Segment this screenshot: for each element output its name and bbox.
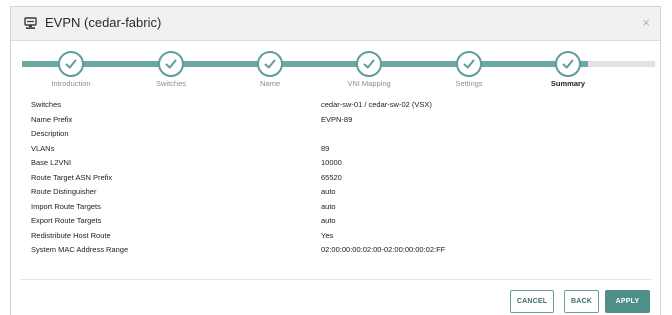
summary-label: Name Prefix bbox=[31, 114, 73, 124]
step-label-switches: Switches bbox=[155, 79, 186, 88]
footer-divider bbox=[20, 279, 651, 280]
summary-list: Switches cedar-sw-01 / cedar-sw-02 (VSX)… bbox=[31, 98, 641, 258]
summary-value: Yes bbox=[321, 230, 334, 240]
summary-row-base-l2vni: Base L2VNI 10000 bbox=[31, 156, 641, 171]
step-name-check-icon[interactable] bbox=[257, 51, 283, 77]
summary-value: EVPN-89 bbox=[321, 114, 353, 124]
step-switches-check-icon[interactable] bbox=[158, 51, 184, 77]
summary-row-import-route-targets: Import Route Targets auto bbox=[31, 200, 641, 215]
summary-row-vlans: VLANs 89 bbox=[31, 142, 641, 157]
summary-label: Export Route Targets bbox=[31, 216, 102, 225]
summary-value: auto bbox=[321, 201, 336, 211]
dialog-title: EVPN (cedar-fabric) bbox=[45, 15, 162, 30]
step-label-settings: Settings bbox=[455, 79, 483, 88]
summary-label: Import Route Targets bbox=[31, 201, 101, 211]
summary-row-redistribute-host-route: Redistribute Host Route Yes bbox=[31, 229, 641, 244]
summary-row-export-route-targets: Export Route Targets auto bbox=[31, 214, 641, 229]
summary-value: auto bbox=[321, 216, 336, 225]
summary-value: cedar-sw-01 / cedar-sw-02 (VSX) bbox=[321, 100, 432, 109]
progress-track-complete bbox=[22, 61, 588, 67]
cancel-button[interactable]: CANCEL bbox=[510, 290, 554, 313]
summary-label: Redistribute Host Route bbox=[31, 230, 111, 240]
summary-row-route-target-asn: Route Target ASN Prefix 65520 bbox=[31, 171, 641, 186]
summary-row-name-prefix: Name Prefix EVPN-89 bbox=[31, 113, 641, 128]
summary-label: Switches bbox=[31, 100, 62, 109]
step-summary-check-icon[interactable] bbox=[555, 51, 581, 77]
summary-value: auto bbox=[321, 187, 336, 196]
summary-value: 65520 bbox=[321, 172, 342, 182]
step-label-vni-mapping: VNI Mapping bbox=[347, 79, 391, 88]
summary-value: 10000 bbox=[321, 158, 342, 167]
summary-label: Description bbox=[31, 129, 69, 138]
step-label-name: Name bbox=[259, 79, 280, 88]
summary-label: Route Distinguisher bbox=[31, 187, 97, 196]
step-settings-check-icon[interactable] bbox=[456, 51, 482, 77]
summary-label: System MAC Address Range bbox=[31, 245, 129, 254]
summary-row-description: Description bbox=[31, 127, 641, 142]
dialog-header: EVPN (cedar-fabric) × bbox=[11, 7, 660, 41]
step-vni-mapping-check-icon[interactable] bbox=[356, 51, 382, 77]
evpn-dialog: EVPN (cedar-fabric) × Introduction Switc… bbox=[10, 6, 661, 315]
summary-label: Route Target ASN Prefix bbox=[31, 172, 113, 182]
summary-row-system-mac-range: System MAC Address Range 02:00:00:00:02:… bbox=[31, 243, 641, 258]
summary-label: Base L2VNI bbox=[31, 158, 72, 167]
step-label-introduction: Introduction bbox=[51, 79, 91, 88]
progress-track-remaining bbox=[588, 61, 655, 67]
summary-value: 89 bbox=[321, 143, 330, 153]
summary-row-route-distinguisher: Route Distinguisher auto bbox=[31, 185, 641, 200]
server-icon bbox=[24, 17, 37, 29]
close-icon[interactable]: × bbox=[642, 15, 650, 31]
back-button[interactable]: BACK bbox=[564, 290, 599, 313]
summary-value: 02:00:00:00:02:00-02:00:00:00:02:FF bbox=[321, 245, 446, 254]
summary-label: VLANs bbox=[31, 143, 55, 153]
step-label-summary: Summary bbox=[550, 79, 586, 88]
step-introduction-check-icon[interactable] bbox=[58, 51, 84, 77]
apply-button[interactable]: APPLY bbox=[605, 290, 650, 313]
summary-row-switches: Switches cedar-sw-01 / cedar-sw-02 (VSX) bbox=[31, 98, 641, 113]
wizard-progress: Introduction Switches Name VNI Mapping S… bbox=[11, 51, 662, 91]
